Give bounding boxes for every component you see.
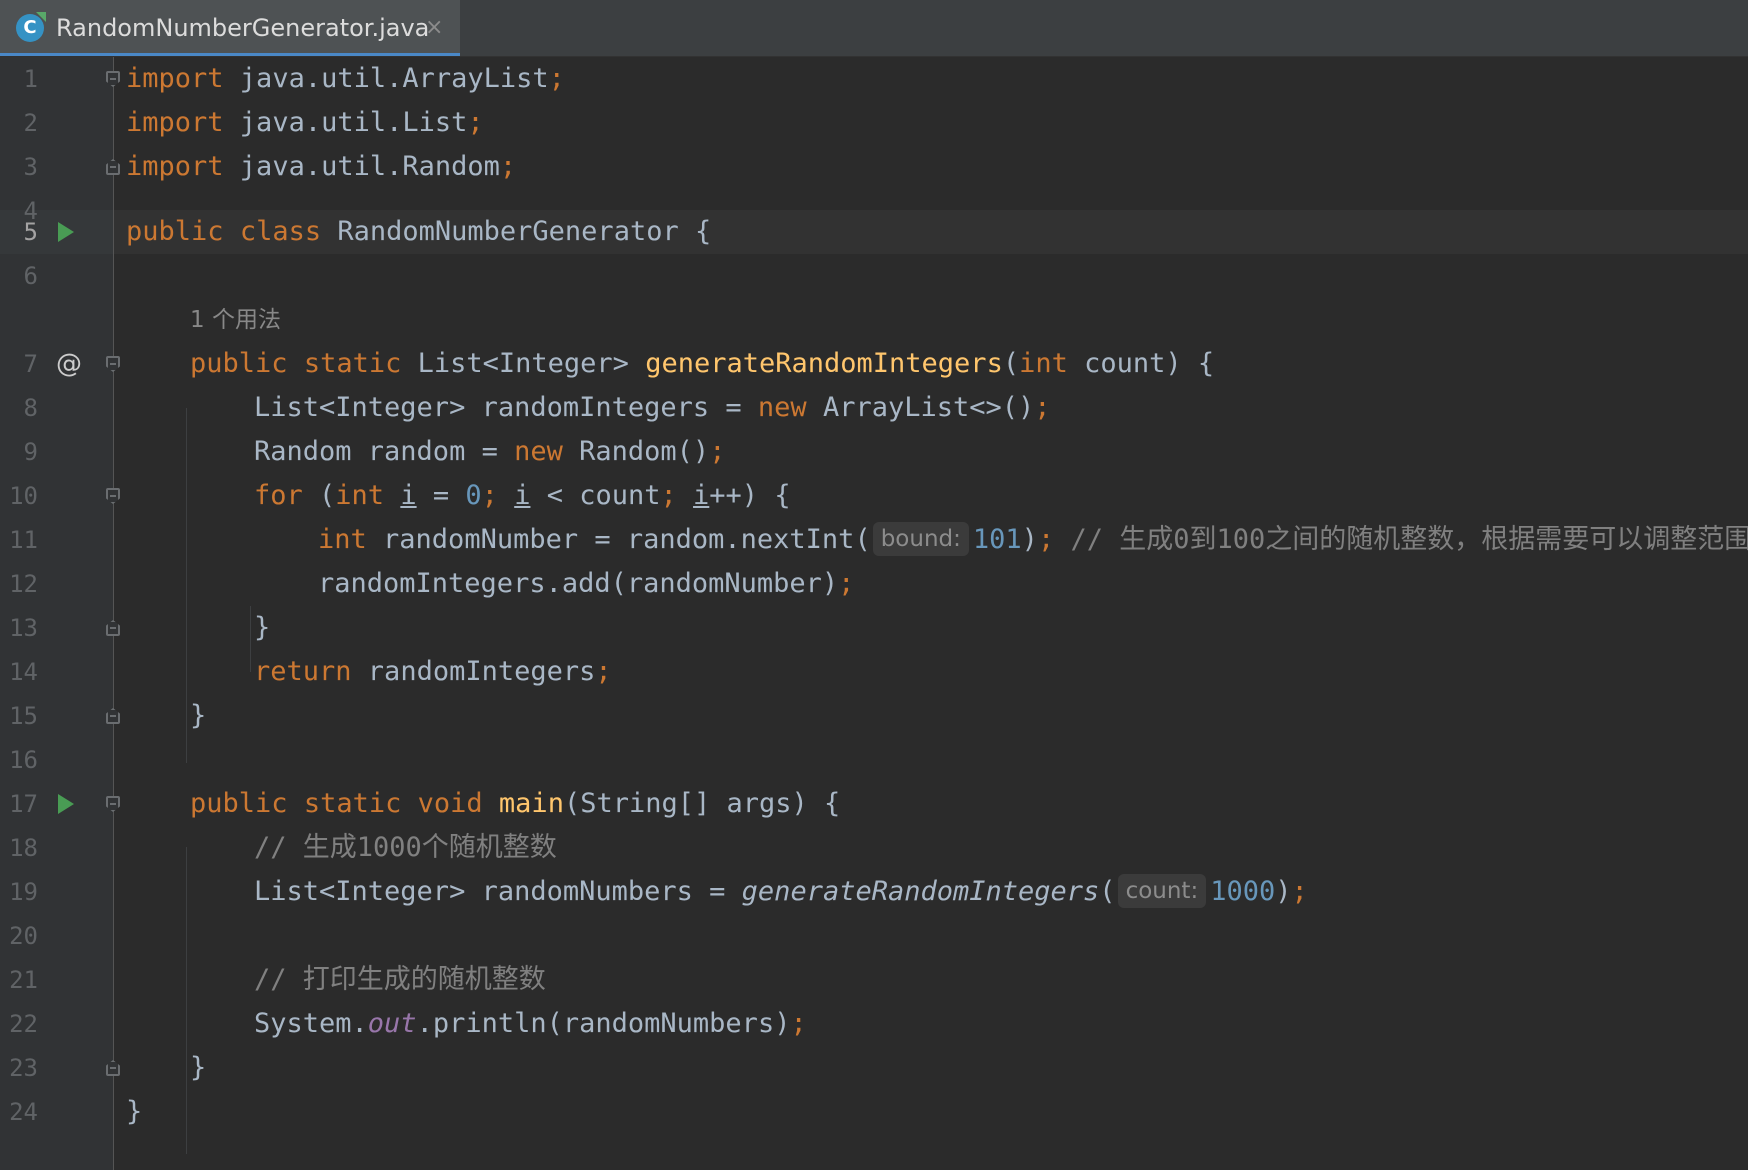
code-text: System.out.println(randomNumbers); [254, 1008, 807, 1039]
parameter-hint: count: [1117, 874, 1207, 908]
code-line-19: 19 List<Integer> randomNumbers = generat… [0, 870, 1748, 914]
code-line-7: 7 @ public static List<Integer> generate… [0, 342, 1748, 386]
line-number: 22 [9, 1010, 38, 1038]
code-line-8: 8 List<Integer> randomIntegers = new Arr… [0, 386, 1748, 430]
code-line-6: 6 [0, 254, 1748, 298]
code-text: return randomIntegers; [254, 656, 612, 687]
code-text: public static List<Integer> generateRand… [190, 348, 1215, 379]
tab-randomnumbergenerator[interactable]: C RandomNumberGenerator.java × [0, 0, 460, 56]
line-number: 18 [9, 834, 38, 862]
line-number: 3 [23, 153, 38, 181]
code-line-17: 17 public static void main(String[] args… [0, 782, 1748, 826]
line-number: 13 [9, 614, 38, 642]
line-number: 5 [23, 218, 38, 246]
line-number: 12 [9, 570, 38, 598]
code-text: } [126, 1096, 143, 1127]
line-number: 20 [9, 922, 38, 950]
close-icon[interactable]: × [425, 14, 443, 42]
line-number: 21 [9, 966, 38, 994]
annotation-at-icon[interactable]: @ [56, 342, 82, 386]
code-line-10: 10 for (int i = 0; i < count; i++) { [0, 474, 1748, 518]
fold-end-icon[interactable] [106, 159, 120, 175]
line-number: 1 [23, 65, 38, 93]
code-line-22: 22 System.out.println(randomNumbers); [0, 1002, 1748, 1046]
code-text: public static void main(String[] args) { [190, 788, 841, 819]
line-number: 9 [23, 438, 38, 466]
editor-tab-bar: C RandomNumberGenerator.java × [0, 0, 1748, 57]
code-text: List<Integer> randomIntegers = new Array… [254, 392, 1051, 423]
fold-toggle-icon[interactable] [106, 71, 120, 87]
code-text: public class RandomNumberGenerator { [126, 216, 712, 247]
code-line-16: 16 [0, 738, 1748, 782]
code-line-11: 11 int randomNumber = random.nextInt(bou… [0, 518, 1748, 562]
code-text: } [190, 1052, 207, 1083]
line-number: 7 [23, 350, 38, 378]
line-number: 14 [9, 658, 38, 686]
code-line-20: 20 [0, 914, 1748, 958]
fold-toggle-icon[interactable] [106, 796, 120, 812]
fold-toggle-icon[interactable] [106, 356, 120, 372]
code-comment: // 生成1000个随机整数 [254, 832, 557, 863]
line-number: 2 [23, 109, 38, 137]
code-line-14: 14 return randomIntegers; [0, 650, 1748, 694]
code-text: } [190, 700, 207, 731]
tab-title: RandomNumberGenerator.java [56, 14, 430, 42]
line-number: 24 [9, 1098, 38, 1126]
fold-end-icon[interactable] [106, 1060, 120, 1076]
line-number: 19 [9, 878, 38, 906]
run-icon[interactable] [58, 222, 74, 242]
line-number: 11 [9, 526, 38, 554]
usage-hint-row: 1 个用法 [0, 298, 1748, 342]
line-number: 16 [9, 746, 38, 774]
code-line-18: 18 // 生成1000个随机整数 [0, 826, 1748, 870]
code-line-12: 12 randomIntegers.add(randomNumber); [0, 562, 1748, 606]
code-line-9: 9 Random random = new Random(); [0, 430, 1748, 474]
code-text: import java.util.ArrayList; [126, 63, 565, 94]
parameter-hint: bound: [872, 522, 969, 556]
code-line-1: 1 import java.util.ArrayList; [0, 57, 1748, 101]
code-line-21: 21 // 打印生成的随机整数 [0, 958, 1748, 1002]
code-line-23: 23 } [0, 1046, 1748, 1090]
java-class-icon: C [16, 14, 44, 42]
code-line-15: 15 } [0, 694, 1748, 738]
code-text: import java.util.Random; [126, 151, 517, 182]
line-number: 10 [9, 482, 38, 510]
line-number: 17 [9, 790, 38, 818]
code-text: int randomNumber = random.nextInt(bound:… [318, 522, 1748, 556]
code-line-13: 13 } [0, 606, 1748, 650]
code-line-24: 24 } [0, 1090, 1748, 1134]
code-text: import java.util.List; [126, 107, 484, 138]
code-line-3: 3 import java.util.Random; [0, 145, 1748, 189]
usage-hint[interactable]: 1 个用法 [190, 298, 281, 342]
line-number: 8 [23, 394, 38, 422]
code-text: for (int i = 0; i < count; i++) { [254, 480, 791, 511]
code-text: List<Integer> randomNumbers = generateRa… [254, 874, 1308, 908]
code-text: Random random = new Random(); [254, 436, 726, 467]
code-editor[interactable]: 1 import java.util.ArrayList; 2 import j… [0, 57, 1748, 1170]
fold-toggle-icon[interactable] [106, 488, 120, 504]
fold-end-icon[interactable] [106, 620, 120, 636]
code-line-5: 5 public class RandomNumberGenerator { [0, 210, 1748, 254]
code-text: randomIntegers.add(randomNumber); [318, 568, 855, 599]
code-comment: // 打印生成的随机整数 [254, 964, 546, 995]
line-number: 15 [9, 702, 38, 730]
code-text: } [254, 612, 271, 643]
run-icon[interactable] [58, 794, 74, 814]
line-number: 6 [23, 262, 38, 290]
fold-end-icon[interactable] [106, 708, 120, 724]
line-number: 23 [9, 1054, 38, 1082]
code-line-2: 2 import java.util.List; [0, 101, 1748, 145]
